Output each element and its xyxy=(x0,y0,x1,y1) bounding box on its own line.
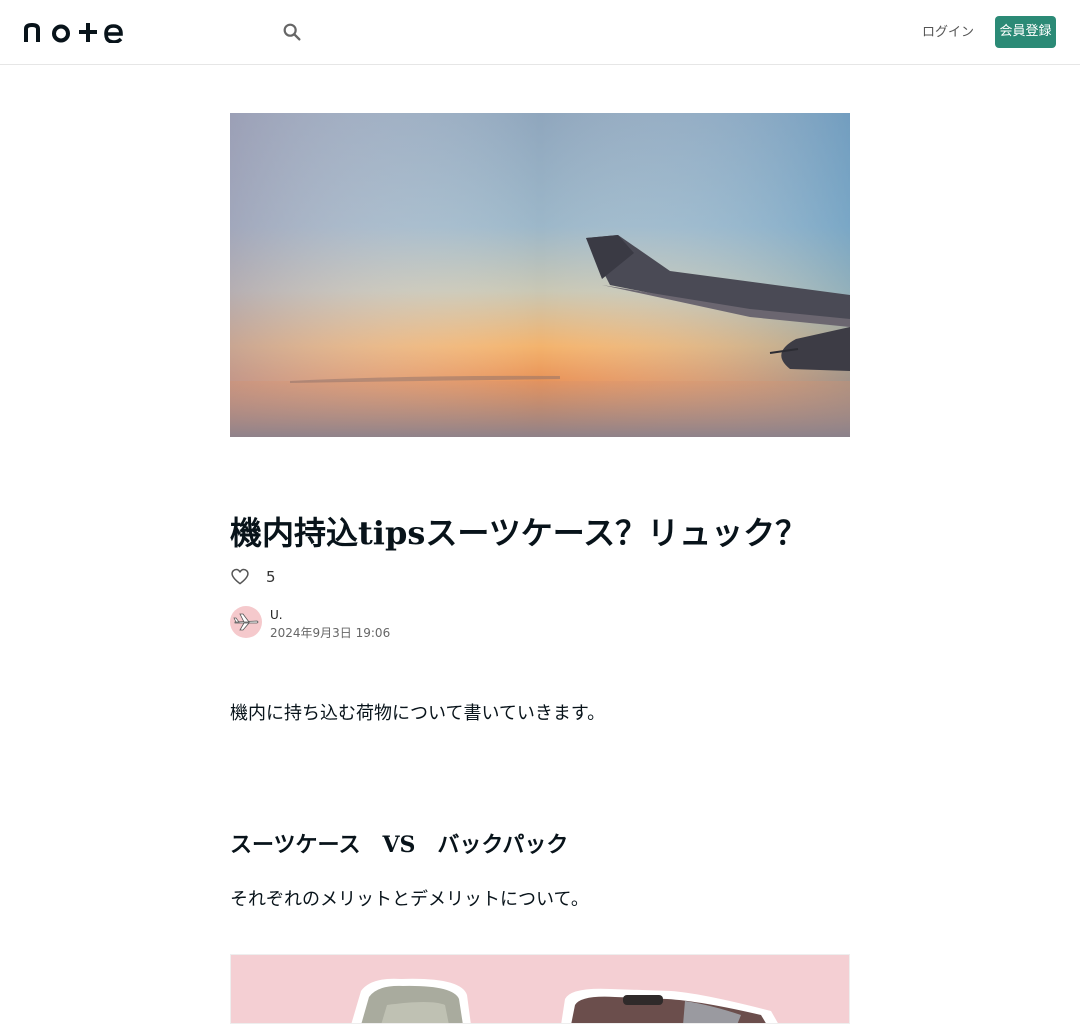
airplane-icon xyxy=(233,613,259,631)
login-link[interactable]: ログイン xyxy=(920,22,976,44)
intro-paragraph: 機内に持ち込む荷物について書いていきます。 xyxy=(230,703,606,724)
site-header: ログイン 会員登録 xyxy=(0,0,1080,65)
luggage-image xyxy=(230,954,850,1024)
like-count[interactable]: 5 xyxy=(266,568,276,586)
post-date: 2024年9月3日 19:06 xyxy=(270,626,391,640)
register-button[interactable]: 会員登録 xyxy=(995,16,1056,48)
note-logo[interactable] xyxy=(24,21,124,44)
section-heading: スーツケース VS バックパック xyxy=(230,832,569,858)
likes-bar: 5 xyxy=(230,566,276,588)
search-icon xyxy=(283,23,301,41)
author-name[interactable]: U. xyxy=(270,606,390,624)
section-paragraph: それぞれのメリットとデメリットについて。 xyxy=(230,889,589,910)
article-title: 機内持込tipsスーツケース？リュック？ xyxy=(230,514,808,552)
search-button[interactable] xyxy=(280,20,304,44)
hero-image xyxy=(230,113,850,437)
heart-icon[interactable] xyxy=(230,567,250,587)
avatar[interactable] xyxy=(230,606,262,638)
author-info: U. 2024年9月3日 19:06 xyxy=(230,606,390,640)
